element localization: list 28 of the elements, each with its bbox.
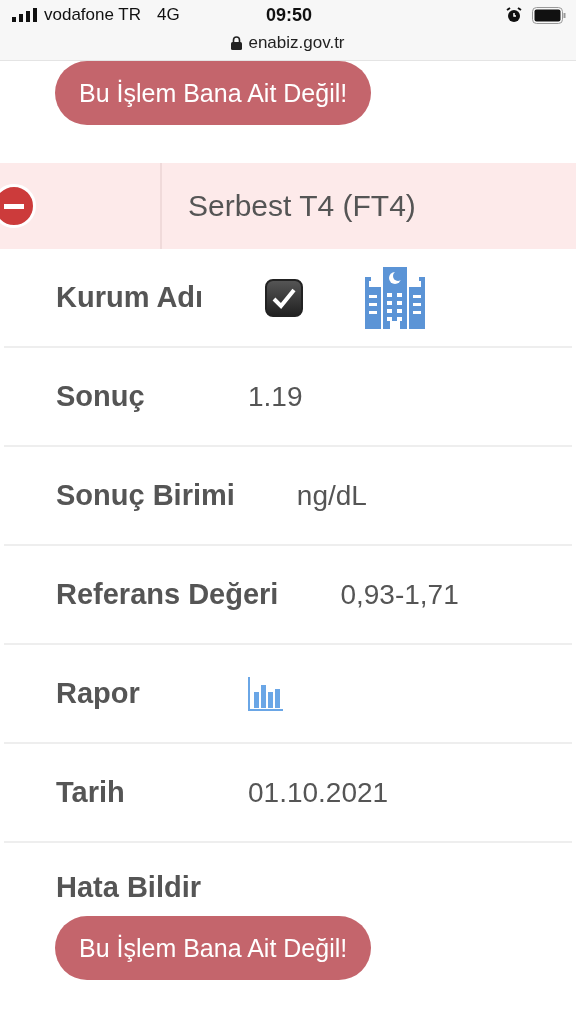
collapse-button[interactable] — [0, 184, 36, 228]
report-button[interactable]: Bu İşlem Bana Ait Değil! — [55, 61, 372, 125]
checkbox[interactable] — [265, 278, 304, 317]
page-url[interactable]: enabiz.gov.tr — [248, 33, 345, 53]
network-type: 4G — [157, 5, 180, 25]
report-button[interactable]: Bu İşlem Bana Ait Değil! — [55, 916, 372, 980]
field-value: 0,93-1,71 — [340, 578, 459, 611]
bar-chart-icon[interactable] — [248, 676, 284, 711]
field-value: 1.19 — [248, 380, 303, 413]
checkmark-icon — [271, 286, 298, 309]
field-label: Kurum Adı — [56, 281, 204, 314]
section-title: Serbest T4 (FT4) — [187, 189, 416, 223]
field-label: Sonuç — [56, 380, 146, 413]
signal-icon — [12, 8, 38, 22]
battery-icon — [532, 6, 566, 24]
hospital-icon — [363, 266, 428, 329]
field-label: Rapor — [56, 677, 141, 710]
field-label: Tarih — [56, 776, 126, 809]
field-label: Hata Bildir — [55, 870, 203, 904]
clock-time: 09:50 — [266, 4, 313, 26]
lock-icon — [231, 36, 243, 50]
carrier-name: vodafone TR — [44, 5, 142, 25]
field-value: 01.10.2021 — [248, 776, 389, 809]
field-label: Referans Değeri — [56, 578, 279, 611]
section-header[interactable]: Serbest T4 (FT4) — [0, 163, 576, 249]
field-value: ng/dL — [296, 479, 367, 512]
field-label: Sonuç Birimi — [56, 479, 235, 512]
alarm-clock-icon — [506, 7, 522, 23]
